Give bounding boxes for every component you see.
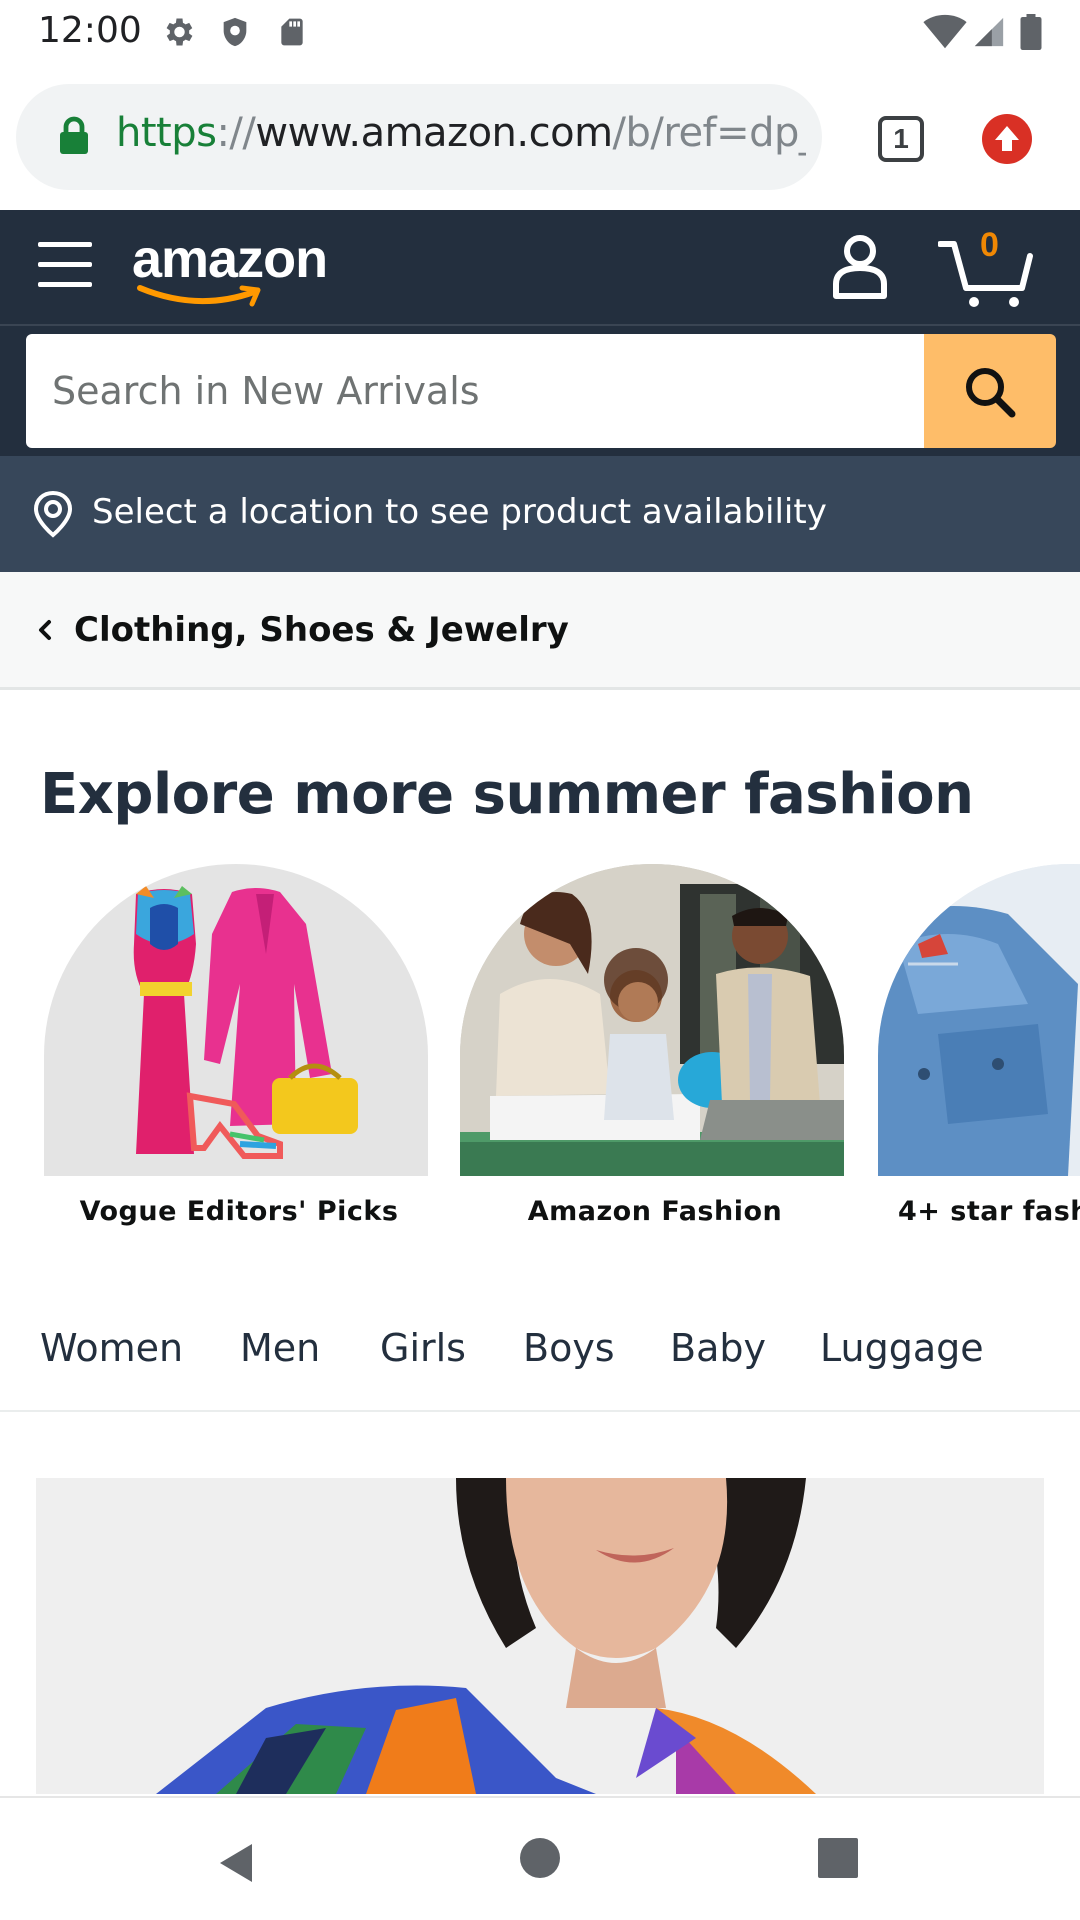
category-label: Vogue Editors' Picks: [79, 1196, 399, 1227]
category-label: Amazon Fashion: [527, 1196, 783, 1227]
lock-icon: [60, 116, 88, 154]
battery-icon: [1020, 14, 1042, 50]
amazon-logo[interactable]: amazon: [132, 224, 352, 314]
recent-apps-icon[interactable]: [818, 1838, 858, 1878]
update-button[interactable]: [982, 114, 1032, 164]
category-card-vogue[interactable]: Vogue Editors' Picks: [44, 864, 434, 1227]
browser-toolbar: https://www.amazon.com/b/ref=dp_ 1: [0, 64, 1080, 210]
status-bar: 12:00: [0, 0, 1080, 64]
arrow-up-icon: [995, 126, 1019, 151]
category-image-vogue: [44, 864, 428, 1176]
menu-icon[interactable]: [38, 242, 92, 292]
location-text: Select a location to see product availab…: [92, 492, 827, 532]
search-input[interactable]: Search in New Arrivals: [26, 334, 926, 448]
account-button[interactable]: [830, 232, 890, 305]
location-pin-icon: [33, 490, 73, 538]
search-button[interactable]: [924, 334, 1056, 448]
settings-icon: [166, 18, 193, 46]
category-image-4-star: [878, 864, 1080, 1176]
user-icon: [833, 235, 887, 299]
home-icon[interactable]: [520, 1838, 560, 1878]
logo-smile-icon: [137, 285, 261, 307]
breadcrumb-label: Clothing, Shoes & Jewelry: [74, 610, 569, 650]
breadcrumb[interactable]: Clothing, Shoes & Jewelry: [0, 572, 1080, 690]
category-tabs: Women Men Girls Boys Baby Luggage: [0, 1296, 1080, 1412]
category-image-amazon-fashion: [460, 864, 844, 1176]
tab-women[interactable]: Women: [40, 1326, 183, 1370]
sd-card-icon: [281, 18, 303, 46]
search-bar: Search in New Arrivals: [0, 324, 1080, 456]
location-bar[interactable]: Select a location to see product availab…: [0, 456, 1080, 572]
chevron-left-icon: [39, 620, 51, 640]
hero-image[interactable]: [36, 1478, 1044, 1794]
tab-switcher-button[interactable]: 1: [878, 116, 924, 162]
tab-baby[interactable]: Baby: [670, 1326, 766, 1370]
status-time: 12:00: [38, 10, 142, 51]
tab-men[interactable]: Men: [240, 1326, 320, 1370]
category-label: 4+ star fashi: [898, 1196, 1080, 1227]
search-icon: [966, 368, 1016, 418]
shield-icon: [223, 17, 247, 47]
tab-girls[interactable]: Girls: [380, 1326, 466, 1370]
category-card-4-star[interactable]: 4+ star fashi: [878, 864, 1080, 1227]
section-title: Explore more summer fashion: [40, 762, 974, 827]
tab-boys[interactable]: Boys: [523, 1326, 615, 1370]
url-text[interactable]: https://www.amazon.com/b/ref=dp_: [116, 110, 806, 156]
cell-signal-icon: [974, 17, 1004, 47]
system-nav-bar: [0, 1796, 1080, 1920]
back-icon[interactable]: [216, 1840, 256, 1886]
site-header: amazon 0: [0, 210, 1080, 324]
cart-count-badge: 0: [980, 226, 999, 264]
cart-button[interactable]: 0: [937, 226, 1038, 312]
tab-luggage[interactable]: Luggage: [820, 1326, 984, 1370]
url-bar[interactable]: https://www.amazon.com/b/ref=dp_: [16, 84, 822, 190]
category-card-amazon-fashion[interactable]: Amazon Fashion: [460, 864, 850, 1227]
wifi-icon: [923, 14, 967, 49]
